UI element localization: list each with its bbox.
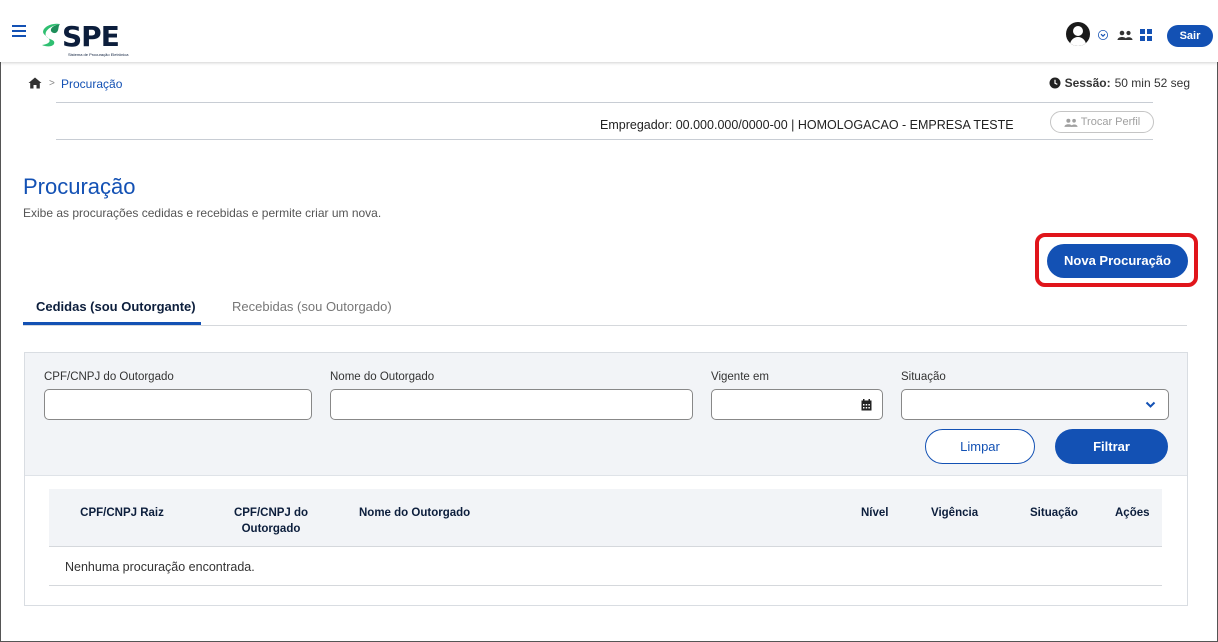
switch-profile-button[interactable]: Trocar Perfil xyxy=(1050,111,1154,133)
calendar-icon[interactable] xyxy=(861,399,872,411)
status-filter-label: Situação xyxy=(901,371,946,383)
apps-grid-icon[interactable] xyxy=(1140,29,1152,41)
filter-section: CPF/CNPJ do Outorgado Nome do Outorgado … xyxy=(25,353,1187,476)
logo-subtitle: Sistema de Procuração Eletrônica xyxy=(68,52,129,57)
page-title: Procuração xyxy=(23,174,136,199)
chevron-down-icon[interactable] xyxy=(1145,401,1156,409)
logout-button[interactable]: Sair xyxy=(1167,25,1213,47)
hamburger-menu-icon[interactable] xyxy=(12,25,26,37)
people-icon xyxy=(1064,118,1078,127)
column-header[interactable]: Nível xyxy=(861,505,889,521)
divider xyxy=(56,139,1153,140)
clock-icon xyxy=(1049,77,1061,89)
column-header[interactable]: CPF/CNPJ Raiz xyxy=(69,505,175,521)
session-timer: Sessão: 50 min 52 seg xyxy=(1049,76,1190,90)
switch-profile-label: Trocar Perfil xyxy=(1080,116,1141,128)
table-header: CPF/CNPJ Raiz CPF/CNPJ do Outorgado Nome… xyxy=(49,489,1162,547)
home-icon[interactable] xyxy=(28,77,42,89)
session-value: 50 min 52 seg xyxy=(1114,76,1190,90)
column-header[interactable]: Nome do Outorgado xyxy=(359,505,470,521)
date-filter-label: Vigente em xyxy=(711,371,769,383)
filter-and-results-panel: CPF/CNPJ do Outorgado Nome do Outorgado … xyxy=(24,352,1188,606)
user-avatar-icon[interactable] xyxy=(1066,22,1090,46)
cpf-filter-label: CPF/CNPJ do Outorgado xyxy=(44,371,174,383)
column-header[interactable]: CPF/CNPJ do Outorgado xyxy=(231,505,311,537)
column-header[interactable]: Situação xyxy=(1030,505,1078,521)
name-filter-label: Nome do Outorgado xyxy=(330,371,435,383)
empty-table-message: Nenhuma procuração encontrada. xyxy=(65,560,255,574)
name-filter-input[interactable] xyxy=(330,389,693,420)
date-filter-input[interactable] xyxy=(711,389,883,420)
chevron-down-icon[interactable] xyxy=(1098,30,1108,40)
breadcrumb-procuracao[interactable]: Procuração xyxy=(61,77,122,91)
tab-recebidas[interactable]: Recebidas (sou Outorgado) xyxy=(232,299,392,314)
status-filter-select[interactable] xyxy=(901,389,1169,420)
column-header[interactable]: Ações xyxy=(1115,505,1150,521)
table-row: Nenhuma procuração encontrada. xyxy=(49,547,1162,586)
clear-button[interactable]: Limpar xyxy=(925,429,1035,464)
breadcrumb-separator-icon: > xyxy=(49,78,55,89)
tab-cedidas[interactable]: Cedidas (sou Outorgante) xyxy=(36,299,196,314)
filter-button[interactable]: Filtrar xyxy=(1055,429,1168,464)
session-label: Sessão: xyxy=(1064,76,1111,90)
tabs-divider xyxy=(23,325,1187,326)
logo-text: SPE xyxy=(62,20,120,53)
new-procuracao-button[interactable]: Nova Procuração xyxy=(1047,244,1188,278)
divider xyxy=(56,102,1153,103)
column-header[interactable]: Vigência xyxy=(931,505,978,521)
employer-info: Empregador: 00.000.000/0000-00 | HOMOLOG… xyxy=(600,118,1014,132)
top-header: SPE Sistema de Procuração Eletrônica Sai… xyxy=(0,0,1218,62)
people-icon[interactable] xyxy=(1117,30,1133,40)
page-description: Exibe as procurações cedidas e recebidas… xyxy=(23,206,382,220)
spe-logo[interactable]: SPE Sistema de Procuração Eletrônica xyxy=(40,16,160,57)
cpf-filter-input[interactable] xyxy=(44,389,312,420)
